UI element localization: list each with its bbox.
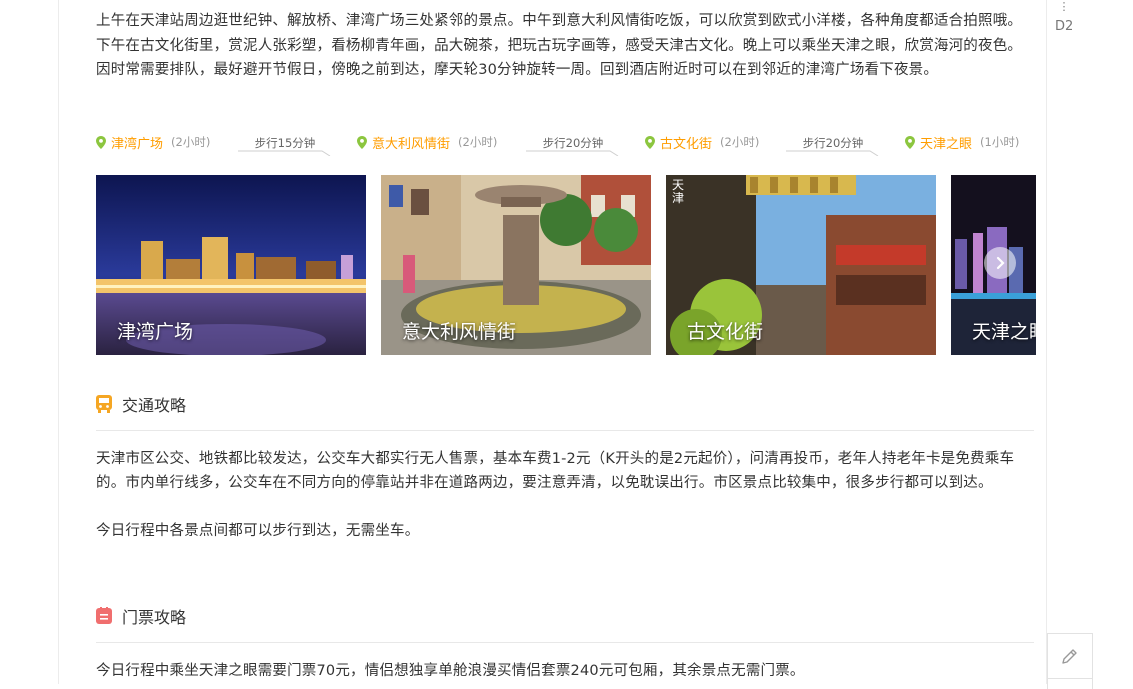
- location-pin-icon: [96, 135, 106, 149]
- stop-duration: (1小时): [980, 135, 1020, 149]
- route-timeline: 津湾广场 (2小时) 步行15分钟 意大利风情街 (2小时) 步行20分钟 古文…: [96, 130, 1036, 156]
- day-tag[interactable]: D2: [1055, 19, 1073, 34]
- walk-connector: 步行15分钟: [238, 130, 332, 156]
- photo-caption: 意大利风情街: [402, 321, 517, 343]
- section-divider: [96, 430, 1034, 431]
- photo-caption: 津湾广场: [117, 321, 194, 343]
- photo-caption: 古文化街: [687, 321, 764, 343]
- stop-duration: (2小时): [458, 135, 498, 149]
- photo-card[interactable]: 天津 古文化街: [666, 175, 936, 355]
- ticket-paragraph: 今日行程中乘坐天津之眼需要门票70元，情侣想独享单舱浪漫买情侣套票240元可包厢…: [96, 663, 805, 679]
- connector-line: [526, 150, 619, 156]
- ticket-icon: [96, 607, 112, 624]
- photo-mark: 天津: [672, 178, 685, 205]
- stop-name[interactable]: 古文化街: [660, 133, 712, 152]
- walk-time: 步行15分钟: [254, 136, 316, 150]
- route-stop[interactable]: 古文化街 (2小时): [645, 130, 759, 154]
- pencil-icon: [1062, 649, 1077, 664]
- connector-line: [786, 150, 879, 156]
- traffic-section-header: 交通攻略: [96, 392, 186, 416]
- edit-button[interactable]: [1047, 633, 1093, 679]
- location-pin-icon: [905, 135, 915, 149]
- route-stop[interactable]: 津湾广场 (2小时): [96, 130, 210, 154]
- bus-icon: [96, 395, 112, 413]
- chevron-right-icon: [996, 256, 1005, 270]
- right-border: [1046, 0, 1047, 684]
- section-divider: [96, 642, 1034, 643]
- traffic-section-title: 交通攻略: [122, 396, 187, 415]
- traffic-note: 今日行程中各景点间都可以步行到达，无需坐车。: [96, 523, 420, 539]
- ticket-section-title: 门票攻略: [122, 608, 187, 627]
- traffic-paragraph: 天津市区公交、地铁都比较发达，公交车大都实行无人售票，基本车费1-2元（K开头的…: [96, 451, 1015, 491]
- walk-time: 步行20分钟: [802, 136, 864, 150]
- stop-name[interactable]: 津湾广场: [111, 133, 163, 152]
- photo-carousel: 津湾广场 意大利风情街 天津 古文化街 天津之: [96, 175, 1036, 355]
- stop-duration: (2小时): [720, 135, 760, 149]
- left-border: [58, 0, 59, 684]
- location-pin-icon: [645, 135, 655, 149]
- walk-time: 步行20分钟: [542, 136, 604, 150]
- stop-name[interactable]: 天津之眼: [920, 133, 972, 152]
- photo-card[interactable]: 津湾广场: [96, 175, 366, 355]
- more-menu-icon[interactable]: ⋮: [1054, 1, 1074, 12]
- location-pin-icon: [357, 135, 367, 149]
- carousel-next-button[interactable]: [984, 247, 1016, 279]
- walk-connector: 步行20分钟: [526, 130, 620, 156]
- day-intro-text: 上午在天津站周边逛世纪钟、解放桥、津湾广场三处紧邻的景点。中午到意大利风情街吃饭…: [96, 13, 1023, 78]
- connector-line: [238, 150, 331, 156]
- photo-card[interactable]: 意大利风情街: [381, 175, 651, 355]
- route-stop[interactable]: 意大利风情街 (2小时): [357, 130, 497, 154]
- walk-connector: 步行20分钟: [786, 130, 880, 156]
- ticket-section-header: 门票攻略: [96, 604, 186, 628]
- route-stop[interactable]: 天津之眼 (1小时): [905, 130, 1019, 154]
- stop-name[interactable]: 意大利风情街: [372, 133, 450, 152]
- stop-duration: (2小时): [171, 135, 211, 149]
- photo-caption: 天津之眼: [972, 321, 1036, 343]
